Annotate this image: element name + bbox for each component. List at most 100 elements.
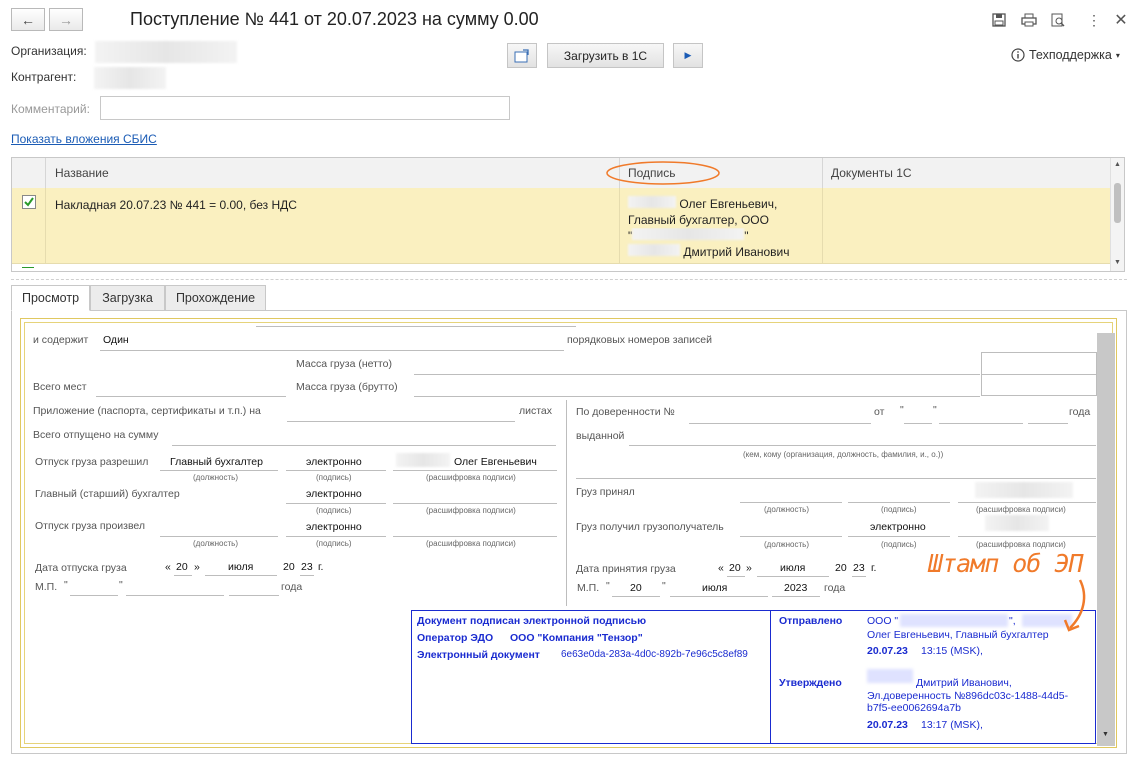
appendix-label: Приложение (паспорта, сертификаты и т.п.… — [33, 405, 261, 417]
rule-line — [256, 326, 576, 327]
stamp-sent-date: 20.07.23 — [867, 645, 908, 657]
rule-line — [576, 478, 1096, 479]
rule-line — [852, 576, 866, 577]
quote-open: " — [606, 580, 610, 592]
rule-line — [629, 445, 1096, 446]
accept-day-open: « — [718, 562, 724, 574]
stamp-sent-time: 13:15 (MSK), — [921, 645, 983, 657]
column-header-name[interactable]: Название — [55, 166, 109, 180]
chief-accountant-label: Главный (старший) бухгалтер — [35, 488, 180, 500]
accept-year-abbr: г. — [871, 562, 877, 574]
mp-year: 2023 — [784, 582, 808, 594]
contractor-label: Контрагент: — [11, 70, 77, 84]
rule-line — [96, 396, 286, 397]
row-checkbox[interactable] — [22, 195, 36, 209]
rule-line — [160, 536, 278, 537]
mp-day: 20 — [630, 582, 642, 594]
released-by-signature: электронно — [306, 521, 362, 533]
column-divider — [45, 188, 46, 263]
contractor-field-redacted[interactable] — [94, 67, 166, 89]
mp-month: июля — [702, 582, 728, 594]
more-icon[interactable]: ⋮ — [1083, 10, 1105, 30]
signature-hint: (подпись) — [316, 506, 352, 515]
table-header: Название Подпись Документы 1С — [12, 158, 1112, 189]
document-scrollbar[interactable]: ▼ — [1097, 333, 1115, 746]
rule-line — [772, 596, 820, 597]
open-icon-button[interactable] — [507, 43, 537, 68]
column-divider — [822, 188, 823, 263]
release-allowed-signature: электронно — [306, 456, 362, 468]
support-label: Техподдержка — [1029, 48, 1112, 62]
quote-close: " — [119, 579, 123, 591]
back-button[interactable]: ← — [11, 8, 45, 31]
document-arrow-icon — [514, 48, 529, 62]
signature-hint: (подпись) — [316, 473, 352, 482]
tab-passage[interactable]: Прохождение — [165, 285, 266, 311]
scroll-down-icon[interactable]: ▼ — [1114, 259, 1121, 266]
chief-accountant-signature: электронно — [306, 488, 362, 500]
rule-line — [670, 596, 768, 597]
by-power-label: По доверенности № — [576, 406, 675, 418]
cargo-got-label: Груз получил грузополучатель — [576, 521, 724, 533]
position-hint: (должность) — [193, 539, 238, 548]
rule-line — [848, 536, 950, 537]
mass-gross-label: Масса груза (брутто) — [296, 381, 398, 393]
table-scrollbar[interactable]: ▲ ▼ — [1110, 158, 1124, 271]
table-row[interactable]: Накладная 20.07.23 № 441 = 0.00, без НДС… — [12, 188, 1112, 264]
rule-line — [904, 423, 932, 424]
signature-line-1: Олег Евгеньевич, — [679, 197, 778, 211]
row-document-name: Накладная 20.07.23 № 441 = 0.00, без НДС — [55, 198, 297, 212]
rule-line — [848, 502, 950, 503]
redacted-consignee — [985, 515, 1049, 531]
redacted-name — [628, 244, 680, 256]
org-label: Организация: — [11, 44, 87, 58]
rule-line — [174, 575, 192, 576]
tab-load[interactable]: Загрузка — [90, 285, 165, 311]
release-day-open: « — [165, 561, 171, 573]
load-to-1c-button[interactable]: Загрузить в 1С — [547, 43, 664, 68]
comment-input[interactable] — [100, 96, 510, 120]
rule-line — [286, 470, 386, 471]
print-icon[interactable] — [1018, 10, 1040, 30]
total-places-label: Всего мест — [33, 381, 87, 393]
forward-button[interactable]: → — [49, 8, 83, 31]
rule-line — [300, 575, 314, 576]
rule-line — [740, 536, 842, 537]
arrow-right-icon: → — [59, 11, 73, 28]
stamp-operator-label: Оператор ЭДО — [417, 632, 494, 644]
close-icon[interactable]: ✕ — [1110, 10, 1132, 30]
support-menu[interactable]: Техподдержка ▾ — [1011, 48, 1120, 62]
scroll-down-icon[interactable]: ▼ — [1102, 731, 1109, 738]
rule-line — [958, 536, 1096, 537]
preview-icon[interactable] — [1047, 10, 1069, 30]
next-row-checkbox-peek[interactable] — [22, 267, 34, 271]
annotation-arrow-icon — [1063, 579, 1086, 632]
play-button[interactable]: ▶ — [673, 43, 703, 68]
release-month: июля — [228, 561, 254, 573]
scroll-up-icon[interactable]: ▲ — [1114, 161, 1121, 168]
rule-line — [740, 502, 842, 503]
column-header-docs-1c[interactable]: Документы 1С — [831, 166, 912, 180]
release-year-suffix: 23 — [301, 561, 313, 573]
tab-preview[interactable]: Просмотр — [11, 285, 90, 311]
stamp-sent-org-close: ", — [1009, 615, 1016, 627]
issued-label: выданной — [576, 430, 625, 442]
redacted-surname — [867, 669, 913, 683]
rule-line — [287, 421, 515, 422]
redacted-org — [900, 614, 1008, 627]
stamp-approved-label: Утверждено — [779, 677, 842, 689]
scroll-thumb[interactable] — [1114, 183, 1121, 223]
electronic-signature-stamp: Документ подписан электронной подписью О… — [411, 610, 1096, 744]
quote-open: " — [64, 579, 68, 591]
save-icon[interactable] — [988, 10, 1010, 30]
release-day: 20 — [176, 561, 188, 573]
show-attachments-link[interactable]: Показать вложения СБИС — [11, 132, 157, 146]
splitter[interactable] — [11, 279, 1127, 280]
rule-line — [689, 423, 871, 424]
rule-line — [414, 396, 980, 397]
rule-line — [229, 595, 279, 596]
accept-date-label: Дата принятия груза — [576, 563, 676, 575]
release-date-label: Дата отпуска груза — [35, 562, 127, 574]
org-field-redacted[interactable] — [95, 41, 237, 63]
signature-line-3-close: " — [744, 229, 749, 243]
